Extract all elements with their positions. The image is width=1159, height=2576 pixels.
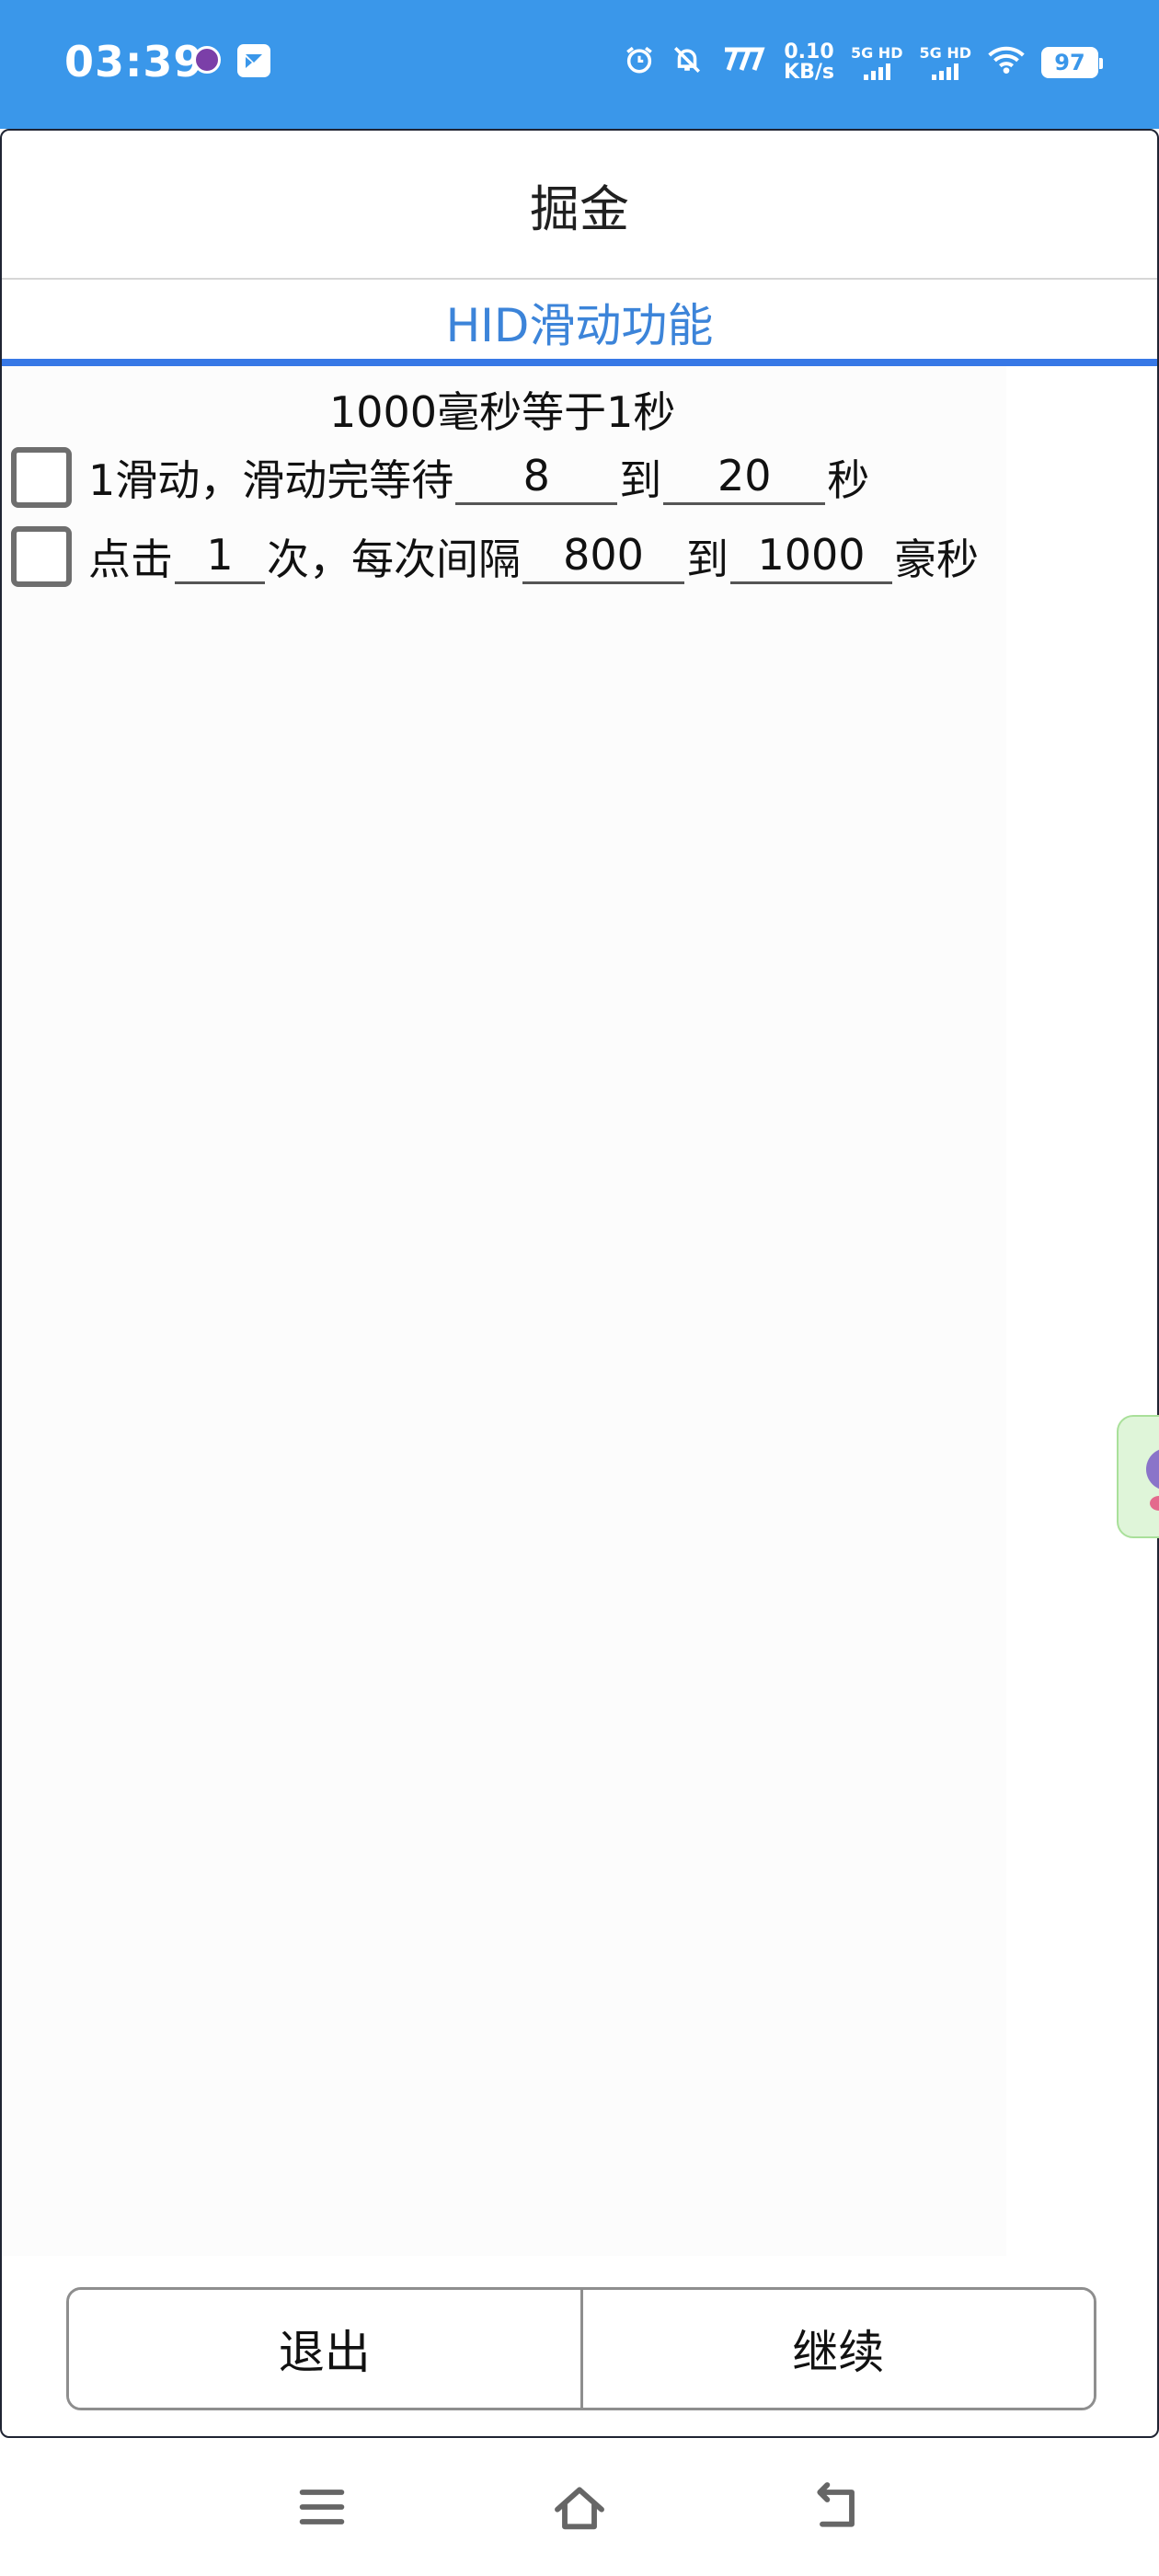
- menu-icon[interactable]: [285, 2475, 359, 2539]
- tab-underline: [2, 359, 1157, 366]
- dialog-title: 掘金: [2, 131, 1157, 280]
- wifi-icon: [988, 44, 1025, 81]
- click-count-input[interactable]: 1: [175, 529, 265, 584]
- unit-note: 1000毫秒等于1秒: [329, 387, 676, 437]
- message-app-icon: [237, 44, 270, 77]
- interval-label: 次，每次间隔: [267, 535, 521, 584]
- net-speed-value: 0.10: [784, 40, 834, 63]
- navigation-bar: [0, 2438, 1159, 2576]
- carrier-icon: [719, 46, 767, 79]
- alarm-icon: [624, 44, 655, 81]
- seconds-label: 秒: [827, 455, 870, 505]
- net-speed: 0.10 KB/s: [784, 42, 834, 83]
- dialog-button-group: 退出 继续: [66, 2287, 1096, 2410]
- interval-max-input[interactable]: 1000: [730, 529, 892, 584]
- swipe-wait-checkbox[interactable]: [11, 447, 72, 508]
- wait-max-input[interactable]: 20: [663, 450, 826, 505]
- dialog-content: 1000毫秒等于1秒 1滑动，滑动完等待 8 到 20 秒 点击 1 次，每次间…: [2, 366, 1006, 2256]
- tab-hid-swipe[interactable]: HID滑动功能: [2, 280, 1157, 364]
- mute-bell-icon: [671, 44, 703, 81]
- click-checkbox[interactable]: [11, 526, 72, 587]
- click-label: 点击: [88, 535, 173, 584]
- swipe-wait-row: 1滑动，滑动完等待 8 到 20 秒: [11, 445, 869, 510]
- signal-icon-sim2: 5G HD: [919, 45, 971, 80]
- floating-assistant-icon[interactable]: [1117, 1415, 1159, 1538]
- status-icons: 0.10 KB/s 5G HD 5G HD 97: [624, 39, 1103, 86]
- swipe-wait-label: 1滑动，滑动完等待: [88, 455, 454, 505]
- assistant-avatar: [1146, 1448, 1159, 1490]
- net-speed-unit: KB/s: [784, 61, 834, 84]
- milliseconds-label: 豪秒: [894, 535, 979, 584]
- assistant-avatar-accent: [1150, 1496, 1159, 1511]
- sim1-label: 5G HD: [850, 44, 903, 62]
- wait-min-input[interactable]: 8: [455, 450, 618, 505]
- app-notification-icon: [193, 46, 221, 74]
- status-bar: 03:39 0.10 KB/s 5G HD 5G HD 97: [0, 0, 1159, 129]
- home-icon[interactable]: [543, 2475, 616, 2539]
- click-row: 点击 1 次，每次间隔 800 到 1000 豪秒: [11, 524, 979, 589]
- status-time: 03:39: [64, 37, 204, 86]
- exit-button[interactable]: 退出: [69, 2290, 580, 2408]
- continue-button[interactable]: 继续: [580, 2290, 1094, 2408]
- to-label-1: 到: [619, 455, 662, 505]
- battery-icon: 97: [1041, 47, 1103, 78]
- signal-icon-sim1: 5G HD: [850, 44, 903, 80]
- sim2-label: 5G HD: [919, 44, 971, 62]
- to-label-2: 到: [686, 535, 729, 584]
- interval-min-input[interactable]: 800: [522, 529, 684, 584]
- settings-dialog: 掘金 HID滑动功能 1000毫秒等于1秒 1滑动，滑动完等待 8 到 20 秒…: [0, 129, 1159, 2438]
- back-icon[interactable]: [800, 2475, 874, 2539]
